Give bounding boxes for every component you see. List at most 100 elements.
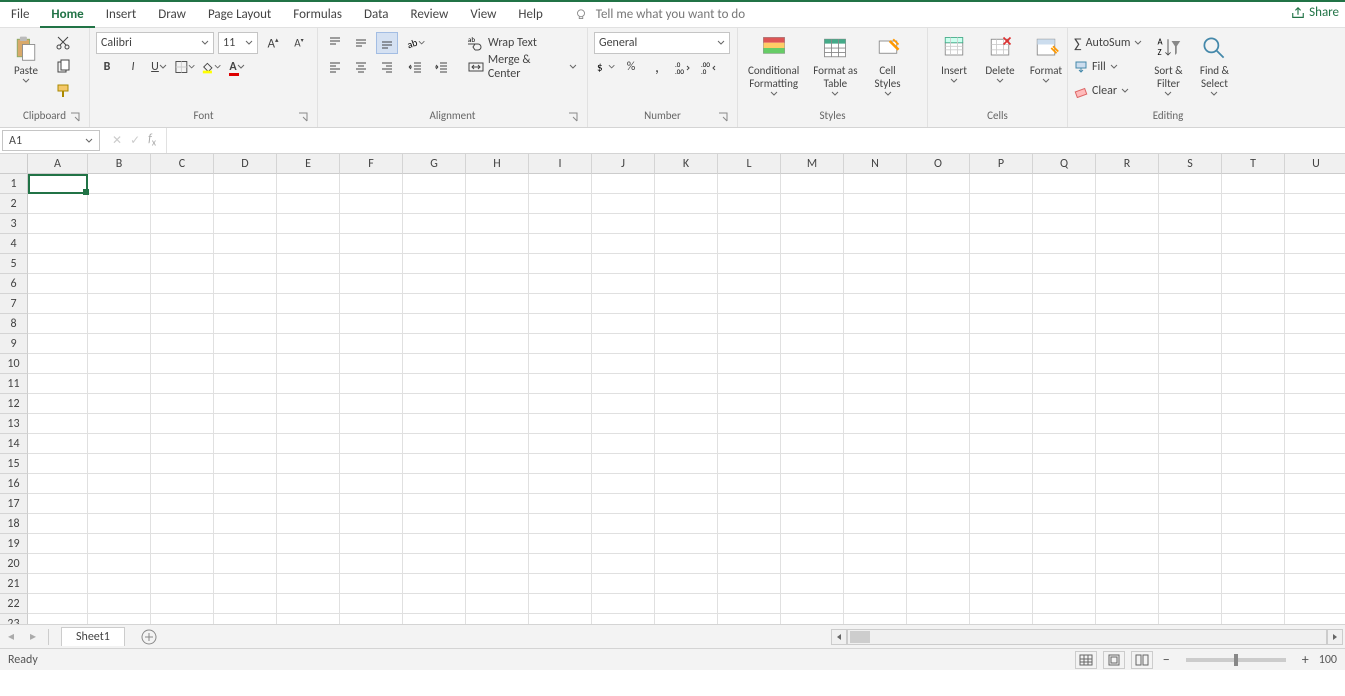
cell[interactable] xyxy=(529,434,592,454)
cell[interactable] xyxy=(970,314,1033,334)
cell[interactable] xyxy=(970,414,1033,434)
cell[interactable] xyxy=(781,174,844,194)
cell[interactable] xyxy=(1285,434,1345,454)
cell[interactable] xyxy=(781,434,844,454)
cell[interactable] xyxy=(88,354,151,374)
cell[interactable] xyxy=(403,474,466,494)
cell[interactable] xyxy=(1222,454,1285,474)
column-header[interactable]: G xyxy=(403,154,466,174)
cell[interactable] xyxy=(1096,214,1159,234)
cell[interactable] xyxy=(1285,554,1345,574)
cell[interactable] xyxy=(403,274,466,294)
page-layout-view-button[interactable] xyxy=(1103,651,1125,669)
cell[interactable] xyxy=(970,454,1033,474)
name-box[interactable]: A1 xyxy=(2,130,100,151)
row-header[interactable]: 12 xyxy=(0,394,28,414)
cell[interactable] xyxy=(214,314,277,334)
cell[interactable] xyxy=(214,434,277,454)
cell[interactable] xyxy=(1096,274,1159,294)
row-header[interactable]: 6 xyxy=(0,274,28,294)
cell[interactable] xyxy=(1222,534,1285,554)
cell[interactable] xyxy=(466,294,529,314)
cell[interactable] xyxy=(592,274,655,294)
cell[interactable] xyxy=(907,554,970,574)
cell[interactable] xyxy=(1285,294,1345,314)
cell[interactable] xyxy=(1222,434,1285,454)
cell[interactable] xyxy=(1285,454,1345,474)
cell[interactable] xyxy=(1285,394,1345,414)
cell[interactable] xyxy=(1159,514,1222,534)
cell[interactable] xyxy=(151,594,214,614)
cell[interactable] xyxy=(277,294,340,314)
cell[interactable] xyxy=(1096,614,1159,624)
cell[interactable] xyxy=(718,574,781,594)
increase-decimal-button[interactable]: .0.00 xyxy=(672,56,694,78)
cell[interactable] xyxy=(1222,554,1285,574)
cell[interactable] xyxy=(403,334,466,354)
cell[interactable] xyxy=(28,274,88,294)
cell[interactable] xyxy=(844,334,907,354)
cell[interactable] xyxy=(1033,614,1096,624)
cell[interactable] xyxy=(340,414,403,434)
column-header[interactable]: T xyxy=(1222,154,1285,174)
cell[interactable] xyxy=(844,354,907,374)
format-painter-button[interactable] xyxy=(52,80,74,102)
number-launcher[interactable] xyxy=(717,111,729,123)
cell[interactable] xyxy=(718,494,781,514)
cell[interactable] xyxy=(28,374,88,394)
cell[interactable] xyxy=(592,174,655,194)
cell[interactable] xyxy=(970,494,1033,514)
cell[interactable] xyxy=(88,514,151,534)
cell[interactable] xyxy=(907,274,970,294)
cell[interactable] xyxy=(1285,274,1345,294)
cell[interactable] xyxy=(1096,514,1159,534)
cell[interactable] xyxy=(718,454,781,474)
fill-color-button[interactable] xyxy=(200,56,222,78)
cell[interactable] xyxy=(88,174,151,194)
cell[interactable] xyxy=(529,454,592,474)
cell[interactable] xyxy=(1096,314,1159,334)
cell[interactable] xyxy=(214,234,277,254)
cell[interactable] xyxy=(529,514,592,534)
cell[interactable] xyxy=(151,574,214,594)
tab-help[interactable]: Help xyxy=(507,2,553,28)
cell[interactable] xyxy=(28,594,88,614)
cell[interactable] xyxy=(1159,614,1222,624)
cell[interactable] xyxy=(718,194,781,214)
cell[interactable] xyxy=(466,434,529,454)
row-header[interactable]: 23 xyxy=(0,614,28,624)
cell[interactable] xyxy=(214,614,277,624)
decrease-indent-button[interactable] xyxy=(404,56,426,78)
merge-center-button[interactable]: Merge & Center xyxy=(464,56,581,78)
cell[interactable] xyxy=(844,394,907,414)
cell[interactable] xyxy=(466,454,529,474)
cell[interactable] xyxy=(28,354,88,374)
cell[interactable] xyxy=(781,234,844,254)
cell[interactable] xyxy=(592,414,655,434)
align-middle-button[interactable] xyxy=(350,32,372,54)
cell[interactable] xyxy=(277,254,340,274)
bold-button[interactable]: B xyxy=(96,56,118,78)
cell[interactable] xyxy=(1159,374,1222,394)
cell[interactable] xyxy=(466,274,529,294)
cell[interactable] xyxy=(718,274,781,294)
cell[interactable] xyxy=(88,614,151,624)
cell[interactable] xyxy=(466,374,529,394)
cell[interactable] xyxy=(466,514,529,534)
cell[interactable] xyxy=(592,234,655,254)
cell[interactable] xyxy=(718,534,781,554)
cell[interactable] xyxy=(970,614,1033,624)
cell[interactable] xyxy=(1033,514,1096,534)
cell[interactable] xyxy=(403,594,466,614)
cell[interactable] xyxy=(1096,174,1159,194)
cell[interactable] xyxy=(1159,314,1222,334)
cell[interactable] xyxy=(1285,194,1345,214)
cell-styles-button[interactable]: Cell Styles xyxy=(868,32,908,100)
cell[interactable] xyxy=(1285,254,1345,274)
cell[interactable] xyxy=(655,214,718,234)
cell[interactable] xyxy=(718,374,781,394)
format-as-table-button[interactable]: Format as Table xyxy=(809,32,861,100)
conditional-formatting-button[interactable]: Conditional Formatting xyxy=(744,32,803,100)
cell[interactable] xyxy=(214,594,277,614)
cell[interactable] xyxy=(214,574,277,594)
